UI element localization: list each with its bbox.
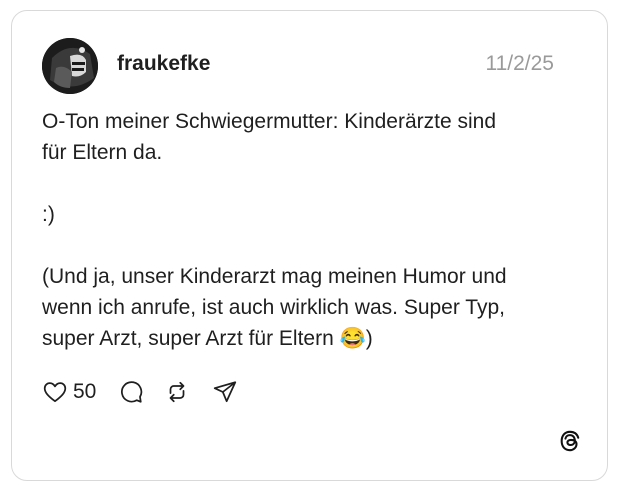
comment-button[interactable] (118, 379, 144, 405)
share-button[interactable] (212, 379, 238, 405)
post-line: O-Ton meiner Schwiegermutter: Kinderärzt… (42, 110, 497, 133)
post-line: :) (42, 203, 55, 226)
post-line: (Und ja, unser Kinderarzt mag meinen Hum… (42, 265, 507, 288)
post-date: 11/2/25 (485, 52, 554, 75)
comment-icon (121, 381, 143, 403)
post-line: super Arzt, super Arzt für Eltern 😂) (42, 327, 373, 350)
threads-logo-icon[interactable] (557, 428, 583, 454)
repost-button[interactable] (164, 379, 190, 405)
heart-icon (43, 382, 67, 403)
like-count: 50 (73, 380, 97, 403)
post-card: fraukefke 11/2/25 O-Ton meiner Schwieger… (11, 10, 608, 481)
send-icon (214, 381, 237, 403)
post-text: O-Ton meiner Schwiegermutter: Kinderärzt… (42, 106, 582, 354)
username[interactable]: fraukefke (117, 52, 210, 76)
repost-icon (169, 381, 185, 403)
like-button[interactable]: 50 (42, 379, 96, 405)
action-bar: 50 (42, 377, 238, 407)
post-line: für Eltern da. (42, 141, 163, 164)
avatar[interactable] (42, 38, 98, 94)
post-line: wenn ich anrufe, ist auch wirklich was. … (42, 296, 505, 319)
